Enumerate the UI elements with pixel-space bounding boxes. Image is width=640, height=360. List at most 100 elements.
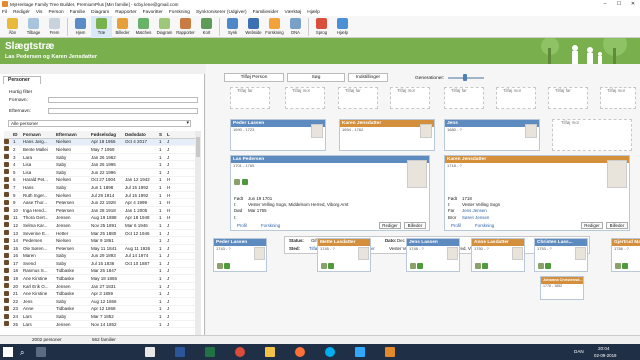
toolbar-forward-button[interactable]: Frem: [44, 16, 65, 38]
table-row[interactable]: 10 Inga Hend... Petersen Jan 28 1918 Jan 1 2…: [4, 207, 195, 215]
father-edit-button[interactable]: Rediger: [379, 222, 401, 229]
clock-date[interactable]: 02-09-2019: [594, 353, 616, 358]
toolbar-photos-button[interactable]: Billeder: [112, 16, 133, 38]
toolbar-matches-button[interactable]: Matches: [133, 16, 154, 38]
add-mother-slot-2[interactable]: Tilføj mor: [390, 87, 430, 109]
add-father-slot-2[interactable]: Tilføj far: [338, 87, 378, 109]
toolbar-sync-button[interactable]: Synk: [222, 16, 243, 38]
search-icon[interactable]: ⌕: [20, 348, 24, 358]
tab-persons[interactable]: Personer: [3, 76, 41, 84]
menu-family-pages[interactable]: Familiesider: [253, 10, 279, 15]
table-row[interactable]: 17 Svend Saby Jul 15 1836 Oct 10 1887 1 J: [4, 260, 195, 268]
taskbar-calculator-icon[interactable]: [145, 347, 155, 357]
minimize-button[interactable]: –: [598, 0, 612, 8]
menu-help[interactable]: Hjælp: [307, 10, 320, 15]
taskbar-task-view-icon[interactable]: [36, 347, 46, 357]
table-row[interactable]: 16 Maren Saby Jun 29 1893 Jul 14 1974 1 J: [4, 252, 195, 261]
toolbar-language-button[interactable]: Sprog: [311, 16, 332, 38]
table-row[interactable]: 6 Harald Pet... Nielsen Oct 27 1904 Jan 12 1…: [4, 176, 195, 185]
taskbar-word-icon[interactable]: [175, 347, 185, 357]
generations-slider-handle[interactable]: [463, 74, 467, 81]
grandparent-add-mother[interactable]: Tilføj mor: [552, 119, 632, 151]
menu-sync[interactable]: Synkroniserer (Udgiver): [196, 10, 247, 15]
child-card[interactable]: Jens Lassen 1748 - ?: [406, 238, 460, 272]
scrollbar-thumb[interactable]: [196, 137, 200, 157]
person-filter-select[interactable]: Alle personer ▾: [8, 120, 191, 127]
person-list-scrollbar[interactable]: [195, 131, 201, 339]
table-row[interactable]: 2 Bente Mallei Nielsen May 7 1959 1 J: [4, 146, 195, 154]
table-row[interactable]: 19 Ane Kirstine Tidbaske May 18 1865 1 J: [4, 275, 195, 283]
grandparent-card-2[interactable]: Karen Jensdatter 1694 - 1762: [339, 119, 435, 151]
clock-time[interactable]: 20:04: [598, 346, 610, 351]
taskbar-explorer-icon[interactable]: [265, 347, 275, 357]
toolbar-open-button[interactable]: Åbn: [2, 16, 23, 38]
add-father-slot-3[interactable]: Tilføj far: [444, 87, 484, 109]
toolbar-home-button[interactable]: Hjem: [70, 16, 91, 38]
toolbar-dna-button[interactable]: DNA: [285, 16, 306, 38]
tab-search[interactable]: Søg: [287, 73, 345, 82]
menu-chart[interactable]: Diagram: [91, 10, 109, 15]
toolbar-map-button[interactable]: Kort: [196, 16, 217, 38]
taskbar-photoshop-icon[interactable]: [355, 347, 365, 357]
table-row[interactable]: 13 Severine E... Hetter Mar 25 1880 Oct 12 1…: [4, 230, 195, 238]
table-row[interactable]: 18 Rasmus S... Tidbaske Mar 26 1847 1 J: [4, 267, 195, 276]
father-card[interactable]: Las Pedersen 1701 - 1765 Født Jun 19 1701…: [230, 155, 430, 231]
menu-favorites[interactable]: Favoritter: [143, 10, 163, 15]
table-row[interactable]: 21 Ane Kirstine Tidbaske Apr 3 1859 1 J: [4, 290, 195, 299]
mother-profile-link[interactable]: Profil: [451, 223, 461, 228]
table-row[interactable]: 23 Anne Tidbaske Apr 12 1868 1 J: [4, 305, 195, 314]
menu-view[interactable]: Vis: [36, 10, 43, 15]
table-row[interactable]: 14 Pedersen Nielsen Mar 9 1861 1 J: [4, 237, 195, 245]
child-card[interactable]: Gjertrud Mar...1756 - ?: [611, 238, 640, 272]
toolbar-back-button[interactable]: Tilbage: [23, 16, 44, 38]
mother-photos-button[interactable]: Billeder: [606, 222, 628, 229]
language-indicator[interactable]: DAN: [574, 349, 584, 354]
add-mother-slot-3[interactable]: Tilføj mor: [496, 87, 536, 109]
menu-family[interactable]: Familie: [70, 10, 85, 15]
father-photos-button[interactable]: Billeder: [404, 222, 426, 229]
table-row[interactable]: 1 Hans Jørg... Nielsen Apr 18 1955 Oct 4 201…: [4, 138, 195, 147]
tab-settings[interactable]: Indstillinger: [348, 73, 388, 82]
tab-add-person[interactable]: Tilføj Person: [224, 73, 284, 82]
column-header-last-name[interactable]: Efternavn: [56, 132, 91, 137]
toolbar-website-button[interactable]: Webside: [243, 16, 264, 38]
column-header-id[interactable]: ID: [13, 132, 23, 137]
table-row[interactable]: 5 Lisa Saby Jun 22 1996 1 J: [4, 169, 195, 177]
child-card[interactable]: Mette Lasdatter 1745 - ?: [317, 238, 371, 272]
table-row[interactable]: 8 Ruth Inger... Nielsen Jul 29 1914 Jul 15 1…: [4, 192, 195, 200]
child-card[interactable]: Peder Lassen 1743 - ?: [213, 238, 267, 272]
table-row[interactable]: 4 Lisa Saby Jan 26 1995 1 J: [4, 161, 195, 169]
menu-reports[interactable]: Rapporter: [115, 10, 136, 15]
taskbar-chrome-icon[interactable]: [235, 347, 245, 357]
table-row[interactable]: 25 Lars Jensen Nov 14 1852 1 J: [4, 321, 195, 329]
column-header-s[interactable]: S: [159, 132, 167, 137]
toolbar-chart-button[interactable]: Diagram: [154, 16, 175, 38]
grandchild-card[interactable]: Johanna Christensd... 1778 - 1852: [540, 276, 584, 300]
table-row[interactable]: 24 Lars Saby Mar 7 1852 1 J: [4, 313, 195, 321]
column-header-death-date[interactable]: Dødsdato: [125, 132, 159, 137]
toolbar-help-button[interactable]: Hjælp: [332, 16, 353, 38]
table-row[interactable]: 12 Selma Kar... Jensen Nov 25 1891 Mar 6 194…: [4, 222, 195, 230]
column-header-birth-date[interactable]: Fødselsdag: [91, 132, 125, 137]
mother-research-link[interactable]: Forskning: [475, 223, 494, 228]
table-row[interactable]: 22 Jens Saby Aug 12 1866 1 J: [4, 298, 195, 306]
child-card[interactable]: Christen Lass... 1753 - ?: [534, 238, 588, 272]
table-row[interactable]: 15 Ole Søren... Petersen May 11 1841 Aug 11 …: [4, 245, 195, 253]
menu-edit[interactable]: Redigér: [13, 10, 30, 15]
table-row[interactable]: 11 Thora Gert... Jensen Aug 19 1888 Apr 18 1…: [4, 214, 195, 223]
menu-tools[interactable]: Værktøj: [284, 10, 301, 15]
table-row[interactable]: 3 Lara Saby Jan 26 1962 1 J: [4, 154, 195, 162]
mother-edit-button[interactable]: Rediger: [581, 222, 603, 229]
add-mother-slot[interactable]: Tilføj mor: [285, 87, 325, 109]
child-card[interactable]: Anne Lasdatter 1750 - ?: [471, 238, 525, 272]
table-row[interactable]: 9 Aase Thor... Petersen Jun 22 1928 Apr 4 19…: [4, 199, 195, 207]
column-header-first-name[interactable]: Fornavn: [23, 132, 56, 137]
father-research-link[interactable]: Forskning: [261, 223, 280, 228]
grandparent-card-1[interactable]: Peder Lassen 1690 - 1723: [230, 119, 326, 151]
father-profile-link[interactable]: Profil: [237, 223, 247, 228]
menu-file[interactable]: Fil: [2, 10, 7, 15]
windows-start-icon[interactable]: [3, 347, 13, 357]
add-father-slot[interactable]: Tilføj far: [230, 87, 270, 109]
mother-card[interactable]: Karen Jensdatter 1718 - ? Født 1718 I: Ves…: [444, 155, 630, 231]
toolbar-tree-button[interactable]: Træ: [91, 16, 112, 38]
